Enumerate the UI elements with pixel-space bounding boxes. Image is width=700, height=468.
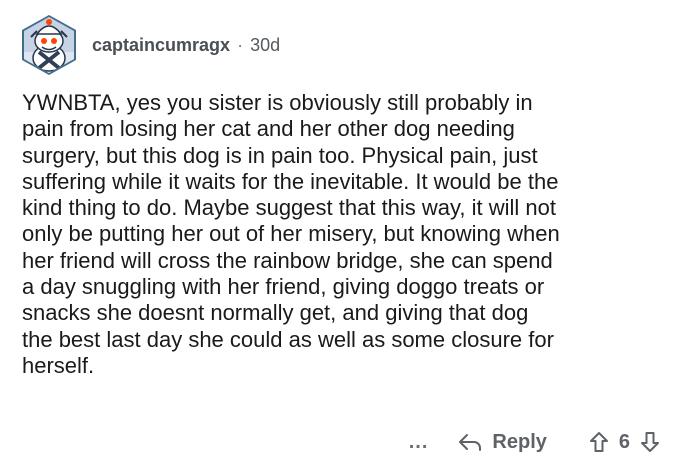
comment-line: kind thing to do. Maybe suggest that thi… bbox=[22, 195, 556, 221]
comment-line: a day snuggling with her friend, giving … bbox=[22, 274, 545, 300]
comment-actions: ... Reply 6 bbox=[409, 424, 660, 460]
reply-arrow-icon bbox=[459, 434, 482, 451]
comment-line: suffering while it waits for the inevita… bbox=[22, 168, 559, 194]
username-link[interactable]: captaincumragx bbox=[92, 35, 230, 56]
comment-line: surgery, but this dog is in pain too. Ph… bbox=[22, 142, 538, 168]
snoo-avatar-icon[interactable] bbox=[20, 14, 78, 76]
comment-meta: captaincumragx · 30d bbox=[92, 35, 280, 56]
comment-line: her friend will cross the rainbow bridge… bbox=[22, 247, 553, 273]
reply-label: Reply bbox=[492, 430, 547, 453]
comment-header: captaincumragx · 30d bbox=[20, 14, 280, 76]
comment-card: captaincumragx · 30d YWNBTA, yes you sis… bbox=[0, 0, 700, 468]
upvote-arrow-icon[interactable] bbox=[589, 431, 609, 453]
comment-line: YWNBTA, yes you sister is obviously stil… bbox=[22, 90, 533, 115]
comment-line: only be putting her out of her misery, b… bbox=[22, 221, 560, 247]
reply-button[interactable]: Reply bbox=[456, 430, 547, 454]
comment-body: YWNBTA, yes you sister is obviously stil… bbox=[22, 90, 687, 379]
comment-line: the best last day she could as well as s… bbox=[22, 326, 554, 352]
meta-separator: · bbox=[237, 34, 244, 55]
vote-score: 6 bbox=[618, 430, 630, 453]
comment-line: snacks she doesnt normally get, and givi… bbox=[22, 300, 529, 326]
comment-line: pain from losing her cat and her other d… bbox=[22, 116, 515, 142]
more-options-button[interactable]: ... bbox=[409, 431, 429, 454]
vote-controls: 6 bbox=[589, 431, 660, 454]
comment-age: 30d bbox=[250, 34, 281, 55]
downvote-arrow-icon[interactable] bbox=[640, 431, 660, 453]
comment-line: herself. bbox=[22, 352, 95, 378]
